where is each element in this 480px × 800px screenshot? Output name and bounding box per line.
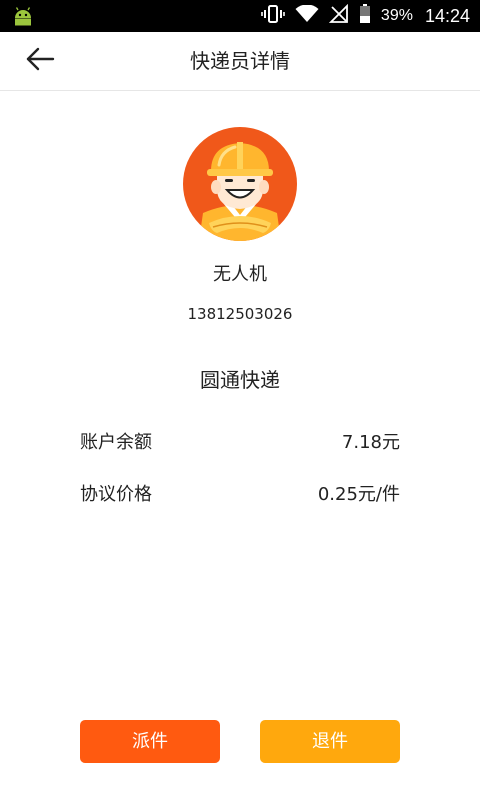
- courier-company: 圆通快递: [200, 368, 280, 392]
- app-bar: 快递员详情: [0, 32, 480, 91]
- page-title: 快递员详情: [190, 49, 290, 73]
- battery-percent: 39%: [380, 7, 413, 24]
- battery-icon: [359, 4, 371, 28]
- no-signal-icon: [328, 3, 349, 28]
- back-button[interactable]: [24, 46, 56, 76]
- android-icon: [12, 6, 34, 30]
- arrow-left-icon: [25, 47, 55, 75]
- courier-name: 无人机: [213, 264, 267, 285]
- detail-label: 协议价格: [80, 484, 152, 505]
- wifi-icon: [295, 4, 319, 27]
- return-button[interactable]: 退件: [260, 720, 400, 763]
- vibrate-icon: [261, 4, 285, 28]
- detail-row-balance: 账户余额 7.18元: [80, 428, 400, 456]
- courier-avatar-icon: [183, 127, 297, 241]
- status-bar: 39% 14:24: [0, 0, 480, 32]
- clock: 14:24: [424, 5, 470, 26]
- detail-label: 账户余额: [80, 432, 152, 453]
- courier-phone: 13812503026: [187, 305, 293, 323]
- detail-row-price: 协议价格 0.25元/件: [80, 480, 400, 508]
- dispatch-button[interactable]: 派件: [80, 720, 220, 763]
- detail-value: 0.25元/件: [317, 484, 400, 505]
- detail-value: 7.18元: [341, 432, 400, 453]
